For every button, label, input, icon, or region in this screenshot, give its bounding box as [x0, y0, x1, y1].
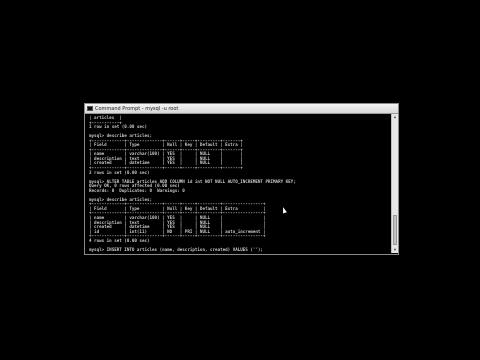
console-app-icon	[87, 106, 93, 111]
vertical-scrollbar[interactable]: ▲ ▼	[391, 114, 398, 253]
scroll-up-arrow-icon[interactable]: ▲	[392, 114, 398, 120]
window-title: Command Prompt - mysql -u root	[95, 105, 179, 112]
console-output[interactable]: | articles | +-----------+ 1 row in set …	[86, 114, 390, 253]
console-text: | articles | +-----------+ 1 row in set …	[89, 115, 296, 252]
scrollbar-thumb[interactable]	[393, 215, 397, 245]
command-prompt-window[interactable]: Command Prompt - mysql -u root | article…	[84, 103, 399, 255]
scroll-down-arrow-icon[interactable]: ▼	[392, 247, 398, 253]
window-titlebar[interactable]: Command Prompt - mysql -u root	[85, 104, 398, 114]
